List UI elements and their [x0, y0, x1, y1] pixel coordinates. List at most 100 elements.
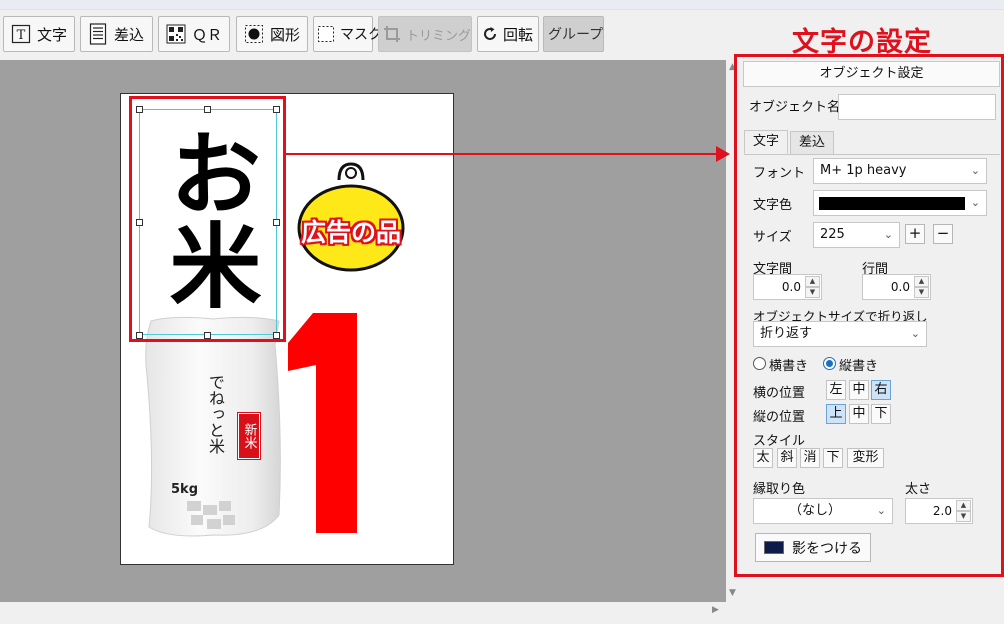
scroll-up-icon[interactable]: ▲ — [729, 62, 736, 72]
chevron-down-icon: ⌄ — [970, 164, 980, 177]
v-align-top[interactable]: 上 — [826, 404, 846, 424]
size-decrease-button[interactable]: − — [933, 224, 953, 244]
qr-label: ＱＲ — [192, 25, 223, 44]
crop-icon — [383, 23, 401, 45]
highlight-frame — [129, 96, 286, 342]
tab-text-label: 文字 — [753, 134, 780, 149]
chevron-down-icon: ⌄ — [883, 228, 893, 241]
tab-merge-label: 差込 — [799, 135, 826, 150]
style-bold-button[interactable]: 太 — [753, 448, 773, 468]
document-icon — [87, 23, 109, 45]
shape-label: 図形 — [270, 25, 301, 44]
top-strip — [0, 0, 1004, 10]
shadow-swatch-icon — [764, 541, 784, 554]
v-align-middle[interactable]: 中 — [849, 404, 869, 424]
spin-up-icon[interactable]: ▲ — [914, 276, 929, 287]
panel-caption: オブジェクト設定 — [743, 61, 1000, 87]
size-value: 225 — [820, 227, 845, 242]
ad-badge-text: 広告の品 — [300, 218, 401, 247]
trim-button[interactable]: トリミング — [378, 16, 472, 52]
chevron-down-icon: ⌄ — [910, 327, 920, 340]
style-underline-button[interactable]: 下 — [823, 448, 843, 468]
style-italic-button[interactable]: 斜 — [777, 448, 797, 468]
toolbar: T 文字 差込 ＱＲ 図形 マスク トリミング 回転 グループ — [0, 10, 730, 60]
font-value: M+ 1p heavy — [820, 163, 907, 178]
font-label: フォント — [753, 166, 806, 181]
tab-divider — [744, 154, 1000, 155]
v-align-bottom[interactable]: 下 — [871, 404, 891, 424]
font-select[interactable]: M+ 1p heavy ⌄ — [813, 158, 987, 184]
h-align-label: 横の位置 — [753, 386, 806, 401]
rotate-label: 回転 — [503, 25, 534, 44]
tab-merge[interactable]: 差込 — [790, 131, 835, 155]
tab-text[interactable]: 文字 — [744, 130, 789, 154]
wrap-select[interactable]: 折り返す ⌄ — [753, 321, 927, 347]
rotate-button[interactable]: 回転 — [477, 16, 539, 52]
merge-button[interactable]: 差込 — [80, 16, 153, 52]
group-label: グループ — [548, 27, 604, 43]
outline-select[interactable]: （なし） ⌄ — [753, 498, 893, 524]
style-transform-button[interactable]: 変形 — [847, 448, 884, 468]
scroll-down-icon[interactable]: ▼ — [729, 588, 736, 598]
chevron-down-icon: ⌄ — [876, 504, 886, 517]
new-rice-label: 新米 — [237, 412, 261, 460]
merge-label: 差込 — [114, 25, 145, 44]
horizontal-scrollbar[interactable]: ▶ — [0, 602, 740, 624]
callout-arrow — [284, 146, 730, 162]
wrap-value: 折り返す — [760, 326, 813, 341]
outline-value: （なし） — [788, 503, 841, 518]
horizontal-label: 横書き — [769, 359, 809, 374]
char-spacing-input[interactable]: 0.0 ▲ ▼ — [753, 274, 822, 300]
spin-up-icon[interactable]: ▲ — [805, 276, 820, 287]
add-shadow-label: 影をつける — [792, 540, 862, 557]
outline-label: 縁取り色 — [753, 482, 806, 497]
object-name-input[interactable] — [838, 94, 996, 120]
chevron-down-icon: ⌄ — [970, 196, 980, 209]
text-color-select[interactable]: ⌄ — [813, 190, 987, 216]
group-button[interactable]: グループ — [543, 16, 604, 52]
mask-button[interactable]: マスク — [313, 16, 382, 52]
rotate-icon — [482, 23, 498, 45]
spin-down-icon[interactable]: ▼ — [914, 287, 929, 298]
line-spacing-input[interactable]: 0.0 ▲ ▼ — [862, 274, 931, 300]
line-spacing-value: 0.0 — [890, 280, 910, 294]
vertical-radio[interactable] — [823, 357, 836, 370]
h-align-left[interactable]: 左 — [826, 380, 846, 400]
text-box-icon: T — [10, 23, 32, 45]
scroll-right-icon[interactable]: ▶ — [712, 605, 719, 615]
size-select[interactable]: 225 ⌄ — [813, 222, 900, 248]
size-label: サイズ — [753, 230, 792, 245]
h-align-center[interactable]: 中 — [849, 380, 869, 400]
annotation-heading: 文字の設定 — [792, 27, 932, 58]
big-number-one[interactable]: 1 — [281, 313, 357, 533]
bag-brand-text: でねっと米 — [206, 374, 225, 454]
size-increase-button[interactable]: + — [905, 224, 925, 244]
style-strike-button[interactable]: 消 — [800, 448, 820, 468]
shape-button[interactable]: 図形 — [236, 16, 308, 52]
qr-button[interactable]: ＱＲ — [158, 16, 230, 52]
svg-text:T: T — [17, 28, 26, 43]
bag-weight-text: 5kg — [171, 482, 198, 497]
text-color-label: 文字色 — [753, 198, 793, 213]
color-swatch — [819, 197, 965, 210]
thickness-label: 太さ — [905, 482, 932, 497]
mask-icon — [317, 23, 335, 45]
spin-down-icon[interactable]: ▼ — [956, 511, 971, 522]
thickness-value: 2.0 — [932, 504, 952, 518]
h-align-right[interactable]: 右 — [871, 380, 891, 400]
thickness-input[interactable]: 2.0 ▲ ▼ — [905, 498, 973, 524]
add-text-button[interactable]: T 文字 — [3, 16, 75, 52]
object-name-label: オブジェクト名 — [749, 100, 841, 115]
spin-down-icon[interactable]: ▼ — [805, 287, 820, 298]
v-align-label: 縦の位置 — [753, 410, 806, 425]
char-spacing-value: 0.0 — [781, 280, 801, 294]
shape-icon — [243, 23, 265, 45]
style-label: スタイル — [753, 434, 806, 449]
horizontal-radio[interactable] — [753, 357, 766, 370]
qr-code-icon — [165, 23, 187, 45]
add-shadow-button[interactable]: 影をつける — [755, 533, 871, 562]
trim-label: トリミング — [406, 28, 472, 44]
spin-up-icon[interactable]: ▲ — [956, 500, 971, 511]
app-window: T 文字 差込 ＱＲ 図形 マスク トリミング 回転 グループ 1 でねっと米 … — [0, 0, 1004, 624]
mask-label: マスク — [340, 27, 382, 43]
